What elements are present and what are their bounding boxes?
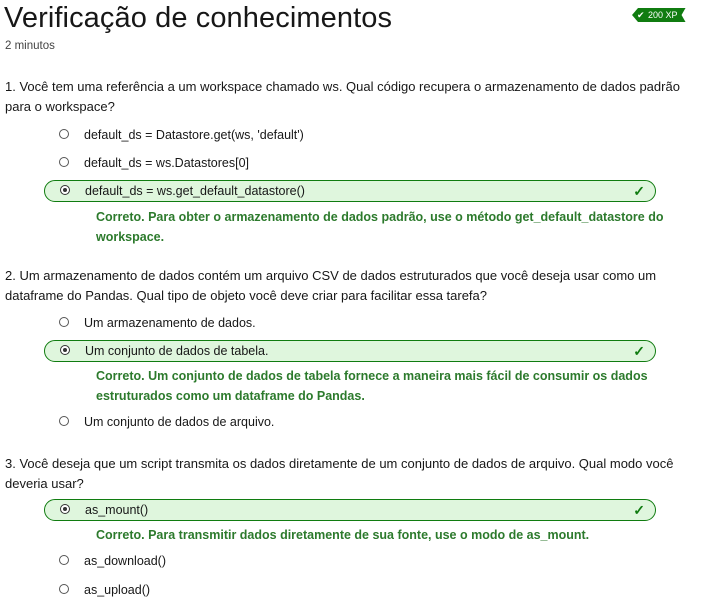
question-1-feedback: Correto. Para obter o armazenamento de d…: [96, 210, 664, 244]
option-label: as_download(): [84, 554, 166, 568]
question-2-feedback: Correto. Um conjunto de dados de tabela …: [96, 369, 648, 403]
checkmark-icon: ✓: [633, 183, 645, 199]
radio-button[interactable]: [59, 416, 69, 426]
option-label: Um armazenamento de dados.: [84, 316, 256, 330]
question-1-option-2[interactable]: default_ds = ws.Datastores[0]: [44, 153, 656, 173]
option-label: Um conjunto de dados de tabela.: [85, 344, 269, 358]
radio-dot-icon: [63, 188, 67, 192]
xp-badge-label: 200 XP: [648, 10, 678, 20]
question-2-option-3[interactable]: Um conjunto de dados de arquivo.: [44, 412, 656, 432]
duration-label: 2 minutos: [5, 40, 55, 52]
radio-button[interactable]: [59, 157, 69, 167]
checkmark-icon: ✓: [633, 343, 645, 359]
option-label: default_ds = ws.Datastores[0]: [84, 156, 250, 170]
question-3-option-3[interactable]: as_upload(): [44, 580, 656, 600]
option-label: default_ds = Datastore.get(ws, 'default'…: [84, 128, 304, 142]
question-1-text: 1. Você tem uma referência a um workspac…: [5, 79, 680, 114]
radio-dot-icon: [63, 507, 67, 511]
question-3-option-2[interactable]: as_download(): [44, 551, 656, 571]
radio-button[interactable]: [59, 584, 69, 594]
question-3-option-1[interactable]: as_mount() ✓: [44, 499, 656, 521]
option-label: as_upload(): [84, 583, 151, 597]
option-label: as_mount(): [85, 503, 149, 517]
option-label: default_ds = ws.get_default_datastore(): [85, 184, 305, 198]
question-1-option-3[interactable]: default_ds = ws.get_default_datastore() …: [44, 180, 656, 202]
question-2-option-2[interactable]: Um conjunto de dados de tabela. ✓: [44, 340, 656, 362]
radio-button[interactable]: [59, 555, 69, 565]
radio-button-selected[interactable]: [60, 185, 70, 195]
checkmark-icon: ✔: [637, 10, 645, 20]
question-2-option-1[interactable]: Um armazenamento de dados.: [44, 313, 656, 333]
question-2-text: 2. Um armazenamento de dados contém um a…: [5, 268, 657, 303]
question-1-option-1[interactable]: default_ds = Datastore.get(ws, 'default'…: [44, 125, 656, 145]
xp-badge: ✔ 200 XP: [632, 8, 686, 22]
question-3-text: 3. Você deseja que um script transmita o…: [5, 456, 674, 491]
radio-dot-icon: [63, 348, 67, 352]
checkmark-icon: ✓: [633, 502, 645, 518]
option-label: Um conjunto de dados de arquivo.: [84, 415, 275, 429]
radio-button-selected[interactable]: [60, 504, 70, 514]
radio-button[interactable]: [59, 317, 69, 327]
radio-button[interactable]: [59, 129, 69, 139]
radio-button-selected[interactable]: [60, 345, 70, 355]
page-title: Verificação de conhecimentos: [4, 2, 393, 34]
question-3-feedback: Correto. Para transmitir dados diretamen…: [96, 528, 590, 542]
